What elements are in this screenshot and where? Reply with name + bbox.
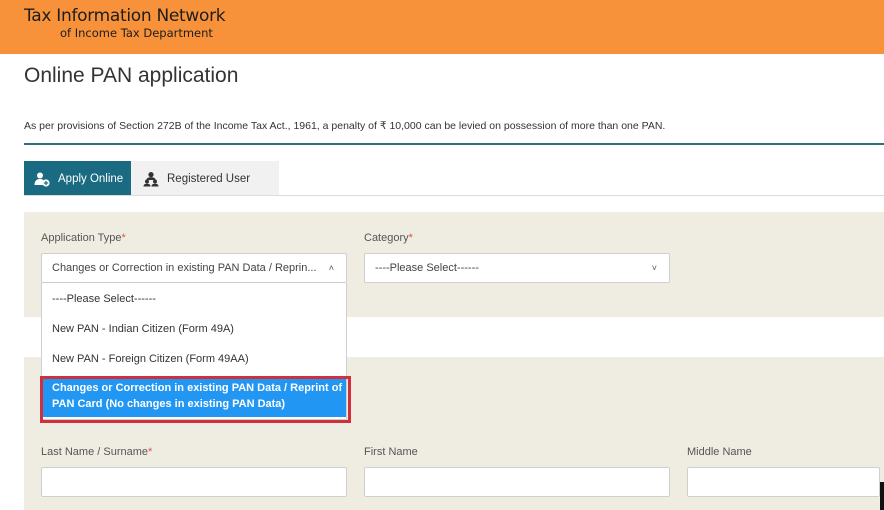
site-logo[interactable]: Tax Information Network of Income Tax De… (24, 6, 226, 41)
first-name-label: First Name (364, 446, 418, 458)
application-type-label: Application Type* (41, 232, 126, 244)
page-title: Online PAN application (24, 64, 239, 87)
users-icon (143, 171, 159, 187)
application-type-value: Changes or Correction in existing PAN Da… (52, 262, 317, 274)
last-name-input[interactable] (41, 467, 347, 497)
tab-divider (24, 195, 884, 196)
middle-name-input[interactable] (687, 467, 880, 497)
category-select[interactable]: ----Please Select------ ˅ (364, 253, 670, 283)
option-please-select[interactable]: ----Please Select------ (42, 293, 346, 305)
category-label: Category* (364, 232, 413, 244)
penalty-notice: As per provisions of Section 272B of the… (24, 120, 666, 132)
chevron-down-icon: ˅ (651, 263, 657, 273)
tab-apply-online-label: Apply Online (58, 172, 124, 185)
application-type-select[interactable]: Changes or Correction in existing PAN Da… (41, 253, 347, 283)
mouse-cursor-icon (880, 482, 884, 510)
last-name-label: Last Name / Surname* (41, 446, 153, 458)
site-header: Tax Information Network of Income Tax De… (0, 0, 884, 54)
middle-name-label: Middle Name (687, 446, 752, 458)
option-new-pan-foreign[interactable]: New PAN - Foreign Citizen (Form 49AA) (42, 353, 346, 365)
option-new-pan-indian[interactable]: New PAN - Indian Citizen (Form 49A) (42, 323, 346, 335)
tab-registered-user[interactable]: Registered User (131, 161, 279, 196)
add-user-icon (34, 171, 50, 187)
brand-subtitle: of Income Tax Department (60, 26, 213, 40)
selection-highlight-box (40, 376, 351, 423)
first-name-input[interactable] (364, 467, 670, 497)
chevron-up-icon: ˄ (328, 263, 334, 273)
category-value: ----Please Select------ (375, 262, 479, 274)
tab-registered-user-label: Registered User (167, 172, 251, 185)
tab-apply-online[interactable]: Apply Online (24, 161, 131, 196)
brand-title: Tax Information Network (24, 6, 226, 26)
divider (24, 143, 884, 145)
